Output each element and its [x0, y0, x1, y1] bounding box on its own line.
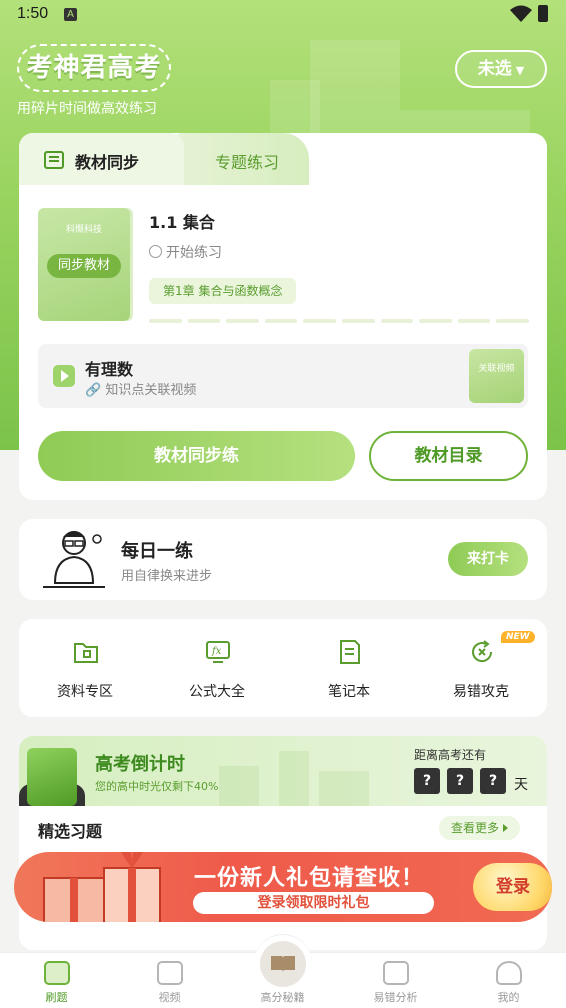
practice-icon — [44, 961, 70, 985]
publisher-label: 科慨科技 — [65, 225, 102, 235]
tool-label: 笔记本 — [328, 684, 370, 700]
user-icon — [496, 961, 522, 985]
tool-label: 公式大全 — [189, 684, 245, 700]
check-in-button[interactable]: 来打卡 — [448, 542, 528, 576]
login-button[interactable]: 登录 — [473, 863, 552, 911]
countdown-remain-label: 距离高考还有 — [414, 748, 487, 762]
countdown-banner: 高考倒计时 您的高中时光仅剩下40% 距离高考还有 ? ? ? 天 — [19, 736, 547, 806]
grade-select-button[interactable]: 未选 ▼ — [455, 50, 547, 88]
start-practice-link[interactable]: 开始练习 — [149, 242, 222, 262]
folder-icon — [74, 643, 98, 663]
mistake-cycle-icon — [472, 640, 493, 663]
nav-label: 视频 — [158, 991, 181, 1004]
notification-icon: A — [64, 8, 77, 21]
tools-card: 资料专区 fx 公式大全 笔记本 易错攻克 NEW — [19, 619, 547, 717]
chevron-down-icon: ▼ — [515, 64, 525, 77]
nav-label: 我的 — [497, 991, 520, 1004]
tab-label: 专题练习 — [215, 153, 280, 172]
textbook-cover[interactable]: 科慨科技 同步教材 — [38, 208, 130, 321]
wifi-icon — [510, 5, 532, 22]
textbook-catalog-button[interactable]: 教材目录 — [369, 431, 528, 481]
video-subtitle-text: 知识点关联视频 — [105, 383, 197, 398]
grade-select-label: 未选 — [477, 59, 512, 79]
related-video-badge: 关联视频 — [469, 349, 524, 403]
status-bar: 1:50 A — [0, 0, 566, 30]
svg-text:fx: fx — [211, 646, 222, 657]
open-book-icon — [260, 941, 306, 987]
daily-subtitle: 用自律换来进步 — [121, 569, 213, 584]
tool-label: 资料专区 — [57, 684, 113, 700]
nav-video[interactable]: 视频 — [113, 953, 226, 1008]
battery-icon — [538, 5, 548, 22]
slogan: 用碎片时间做高效练习 — [17, 101, 157, 117]
nav-practice[interactable]: 刷题 — [0, 953, 113, 1008]
nav-profile[interactable]: 我的 — [452, 953, 565, 1008]
nav-label: 易错分析 — [373, 991, 418, 1004]
see-more-button[interactable]: 查看更多 — [439, 816, 521, 840]
countdown-digit: ? — [447, 768, 473, 794]
nav-label: 刷题 — [45, 991, 68, 1004]
nav-mistake-analysis[interactable]: 易错分析 — [339, 953, 452, 1008]
picks-title: 精选习题 — [38, 822, 103, 841]
video-subtitle: 🔗 知识点关联视频 — [85, 383, 197, 398]
related-video-row[interactable]: 有理数 🔗 知识点关联视频 关联视频 — [38, 344, 528, 408]
tab-topic-practice[interactable]: 专题练习 — [169, 133, 309, 185]
lesson-progress — [149, 319, 529, 323]
book-list-icon — [44, 151, 64, 169]
app-logo: 考神君高考 — [17, 44, 171, 92]
countdown-digit: ? — [480, 768, 506, 794]
tool-label: 易错攻克 — [453, 684, 509, 700]
lesson-title: 1.1 集合 — [149, 213, 215, 232]
video-title: 有理数 — [85, 360, 134, 379]
tool-notebook[interactable]: 笔记本 — [289, 619, 409, 717]
textbook-card: 专题练习 教材同步 科慨科技 同步教材 1.1 集合 开始练习 第1章 集合与函… — [19, 133, 547, 500]
tool-materials[interactable]: 资料专区 — [25, 619, 145, 717]
daily-practice-card: 每日一练 用自律换来进步 来打卡 — [19, 519, 547, 600]
chapter-tag: 第1章 集合与函数概念 — [149, 278, 297, 304]
video-icon — [157, 961, 183, 985]
book-tag: 同步教材 — [47, 254, 121, 278]
countdown-digit: ? — [414, 768, 440, 794]
countdown-subtitle: 您的高中时光仅剩下40% — [95, 780, 219, 793]
countdown-title: 高考倒计时 — [95, 754, 185, 775]
gift-box-icon — [43, 852, 161, 922]
start-practice-label: 开始练习 — [166, 245, 222, 261]
play-icon — [53, 365, 75, 387]
daily-title: 每日一练 — [121, 541, 193, 562]
tab-label: 教材同步 — [75, 153, 140, 172]
play-circle-icon — [149, 245, 162, 258]
chart-icon — [383, 961, 409, 985]
new-badge: NEW — [501, 631, 535, 643]
new-user-gift-banner[interactable]: 一份新人礼包请查收！ 登录领取限时礼包 登录 — [14, 852, 552, 922]
gift-title: 一份新人礼包请查收！ — [194, 866, 425, 891]
formula-icon: fx — [206, 641, 230, 663]
status-time: 1:50 — [17, 5, 49, 22]
notebook-icon — [340, 640, 360, 664]
gift-subtitle: 登录领取限时礼包 — [193, 892, 434, 914]
countdown-unit: 天 — [514, 777, 528, 793]
textbook-sync-practice-button[interactable]: 教材同步练 — [38, 431, 355, 481]
tips-center-button[interactable] — [254, 934, 312, 992]
tab-textbook-sync[interactable]: 教材同步 — [19, 133, 184, 185]
tool-formulas[interactable]: fx 公式大全 — [157, 619, 277, 717]
student-illustration-icon — [43, 531, 105, 588]
book-icon — [27, 748, 77, 806]
